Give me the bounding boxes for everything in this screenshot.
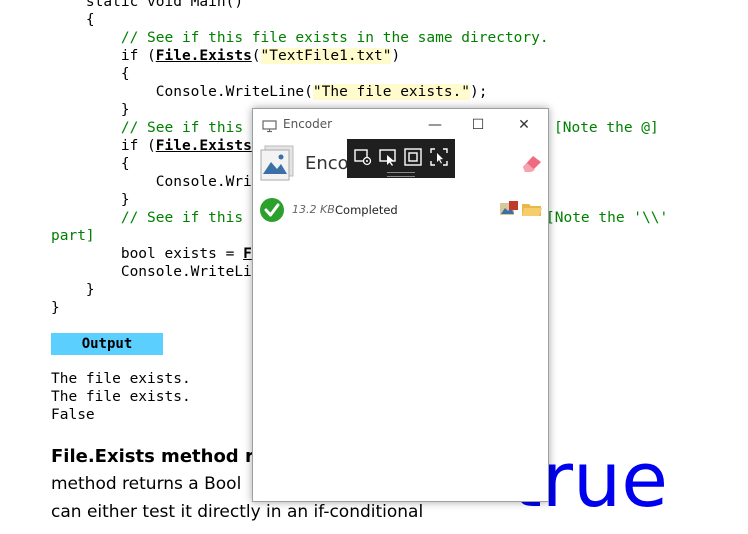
capture-toolbar (347, 139, 455, 178)
code-keyword: File.Exists (155, 138, 252, 154)
capture-window-icon[interactable] (378, 147, 398, 167)
output-line: The file exists. (51, 389, 191, 405)
code-line: bool exists = F (51, 245, 252, 263)
capture-fullscreen-icon[interactable] (429, 147, 449, 167)
article-paragraph: method returns a Bool (51, 474, 242, 494)
maximize-button[interactable]: ☐ (464, 114, 492, 136)
code-text: if ( (51, 48, 156, 64)
code-line: { (51, 12, 95, 28)
close-button[interactable]: ✕ (510, 114, 538, 136)
monitor-icon (262, 118, 277, 137)
toolbar-grip[interactable] (387, 172, 415, 177)
code-line: static void Main() (51, 0, 244, 10)
code-comment: [Note the '\\' (546, 210, 669, 226)
minimize-button[interactable]: — (421, 114, 449, 136)
capture-settings-icon[interactable] (353, 147, 373, 167)
code-keyword: F (243, 246, 252, 262)
code-comment: // See if this (51, 210, 244, 226)
list-item[interactable]: 13.2 KB Completed (253, 197, 548, 223)
code-line: Console.WriteLi (51, 264, 252, 280)
code-text: ); (470, 84, 488, 100)
code-line: if (File.Exists (51, 137, 252, 155)
completed-check-icon (259, 197, 285, 227)
eraser-icon[interactable] (521, 153, 543, 177)
code-line: Console.Wri (51, 174, 252, 190)
article-heading: File.Exists method re (51, 446, 267, 467)
open-media-icon[interactable] (499, 200, 519, 222)
output-line: The file exists. (51, 371, 191, 387)
code-text: Console.WriteLine( (51, 84, 313, 100)
code-comment: part] (51, 228, 95, 244)
encoder-logo-icon (259, 144, 295, 186)
file-size: 13.2 KB (292, 203, 335, 216)
code-line: Console.WriteLine("The file exists."); (51, 83, 488, 101)
code-line: { (51, 156, 130, 172)
encoder-window: Encoder — ☐ ✕ Encod 13.2 KB Completed (252, 108, 549, 502)
article-paragraph: can either test it directly in an if-con… (51, 502, 424, 522)
output-line: False (51, 407, 95, 423)
code-string: "TextFile1.txt" (260, 48, 392, 64)
status-text: Completed (335, 203, 398, 217)
code-line: } (51, 102, 130, 118)
capture-region-icon[interactable] (403, 147, 423, 167)
code-keyword: File.Exists (155, 48, 252, 64)
window-title: Encoder (283, 117, 333, 131)
code-line: { (51, 66, 130, 82)
code-comment: [Note the @] (554, 120, 659, 136)
code-string: "The file exists." (312, 84, 471, 100)
code-text: if ( (51, 138, 156, 154)
code-line: } (51, 192, 130, 208)
code-text: bool exists = (51, 246, 244, 262)
open-folder-icon[interactable] (521, 200, 543, 222)
code-line: } (51, 282, 95, 298)
code-text: ( (251, 48, 261, 64)
code-text: ) (391, 48, 401, 64)
title-bar[interactable]: Encoder — ☐ ✕ (253, 109, 548, 139)
code-comment: // See if this file exists in the same d… (51, 30, 549, 46)
code-line: if (File.Exists("TextFile1.txt") (51, 47, 400, 65)
output-label: Output (51, 333, 163, 355)
code-comment: // See if this (51, 120, 244, 136)
code-line: } (51, 300, 60, 316)
